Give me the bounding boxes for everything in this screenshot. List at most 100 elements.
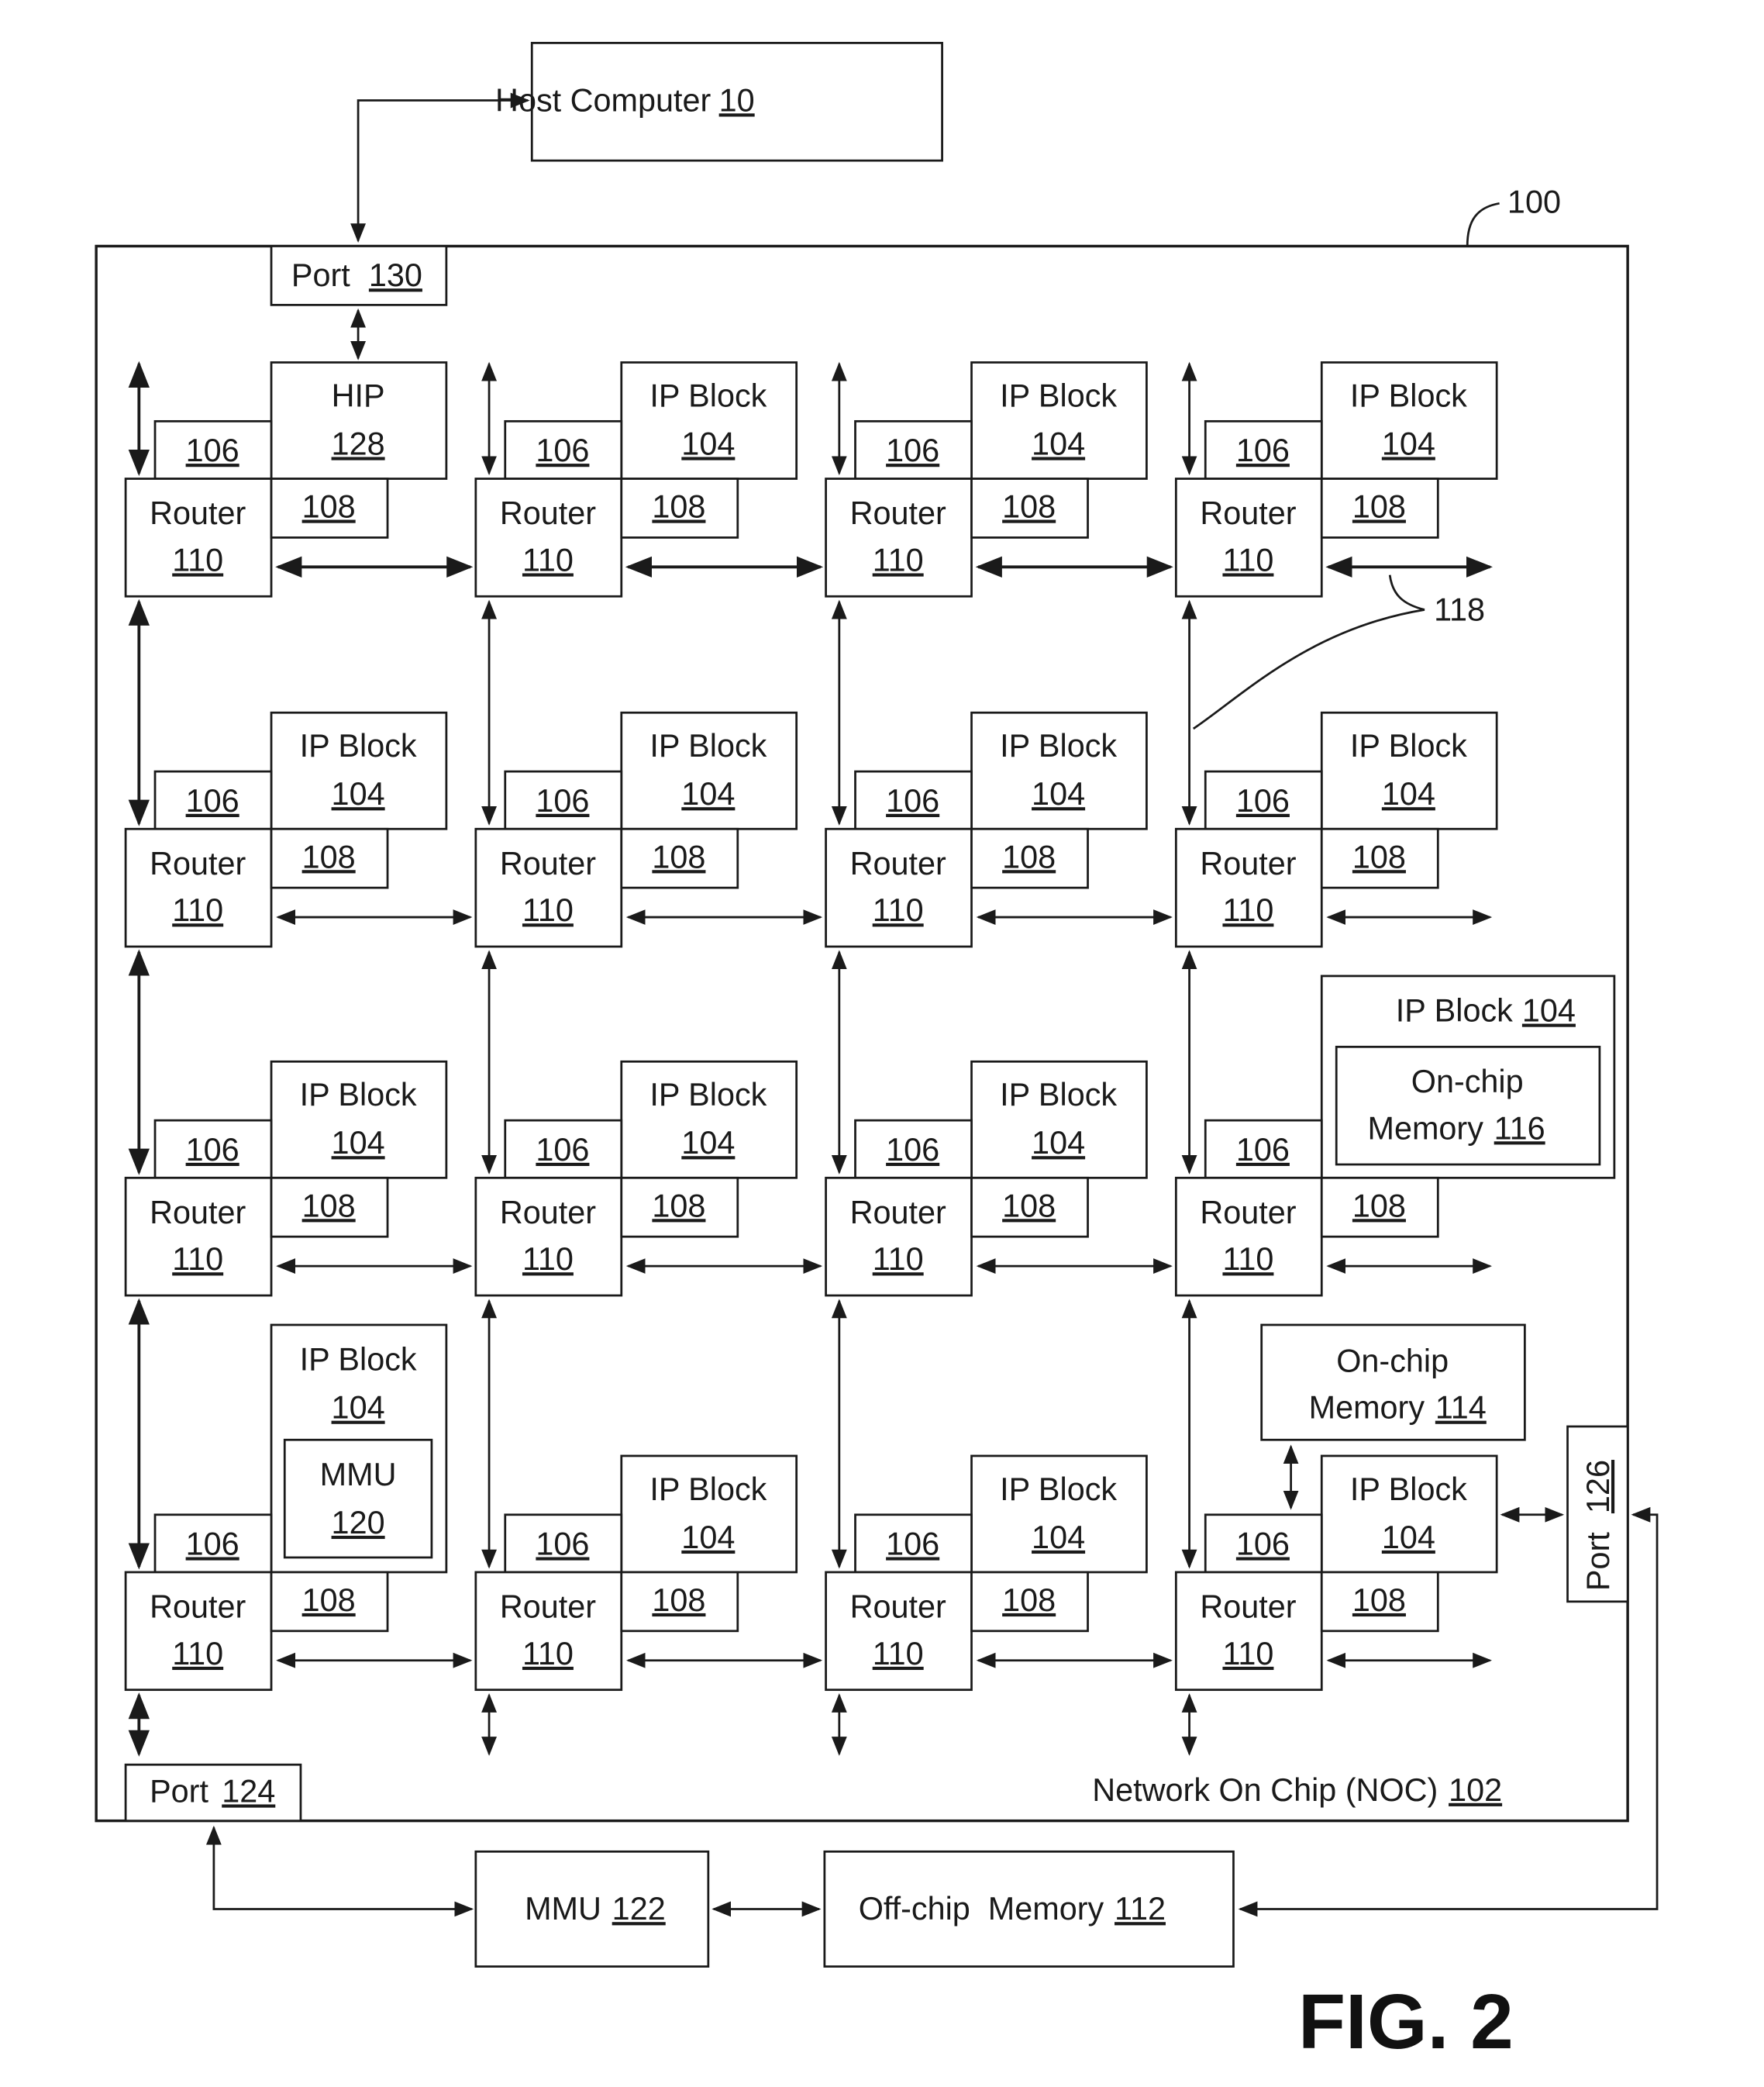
- svg-text:Port: Port: [150, 1774, 208, 1809]
- svg-text:122: 122: [612, 1891, 666, 1927]
- router-ref: 110: [1222, 542, 1273, 578]
- mcc-ref: 106: [1236, 433, 1290, 468]
- router-ref: 110: [522, 542, 574, 578]
- onchip-memory-114: On-chip Memory 114: [1260, 1323, 1526, 1441]
- mcc-ref: 106: [536, 433, 589, 468]
- ip-block-ref: 104: [1032, 776, 1085, 812]
- mcc-ref: 106: [186, 1132, 239, 1168]
- ip-block-ref: 104: [1032, 1125, 1085, 1161]
- grid-cell: IP Block 104 106 Router 110 108: [474, 1299, 823, 1756]
- mcc-ref: 106: [886, 433, 939, 468]
- router-ref: 110: [873, 542, 924, 578]
- mcc-ref: 106: [536, 1132, 589, 1168]
- router-label: Router: [850, 495, 946, 531]
- grid-cell: IP Block 104 106 Router 110 108: [474, 950, 823, 1297]
- svg-text:Memory: Memory: [1309, 1390, 1425, 1426]
- mcc-ref: 106: [536, 783, 589, 819]
- ip-block-ref: 104: [681, 426, 735, 461]
- router-ref: 110: [172, 542, 223, 578]
- mmu-122: MMU 122: [474, 1850, 710, 1968]
- ip-block-ref: 104: [332, 1125, 385, 1161]
- nic-ref: 108: [302, 1582, 356, 1618]
- router-label: Router: [1200, 495, 1296, 531]
- ip-block-ref: 104: [1522, 993, 1576, 1029]
- svg-text:130: 130: [369, 257, 422, 293]
- mcc-ref: 106: [1236, 1526, 1290, 1562]
- router-ref: 110: [1222, 892, 1273, 928]
- grid-cell: IP Block 104 106 Router 110 108: [825, 1299, 1173, 1756]
- router-label: Router: [150, 1195, 246, 1230]
- ip-block-ref: 104: [332, 776, 385, 812]
- grid-cell: IP Block 104 106 Router 110 108: [825, 361, 1173, 598]
- router-label: Router: [500, 495, 596, 531]
- grid-cell: IP Block 104 106 Router 110 108: [1174, 599, 1498, 948]
- link-ref: 118: [1434, 592, 1485, 627]
- nic-ref: 108: [1002, 1582, 1056, 1618]
- port-126: Port 126: [1566, 1425, 1629, 1603]
- nic-ref: 108: [1002, 839, 1056, 874]
- grid-cell: IP Block 104 106 Router 110 108: [474, 361, 824, 598]
- svg-text:Network On Chip (NOC): Network On Chip (NOC): [1092, 1772, 1438, 1808]
- mcc-ref: 106: [886, 1132, 939, 1168]
- nic-ref: 108: [302, 1188, 356, 1223]
- ip-block-label: IP Block: [1000, 1077, 1117, 1112]
- mcc-ref: 106: [186, 433, 239, 468]
- ip-block-label: IP Block: [1000, 1471, 1117, 1507]
- noc-diagram: Host Computer 10 100 Port 130 HIP 128 106 R…: [95, 42, 1659, 2065]
- ip-block-label: IP Block: [1350, 728, 1467, 764]
- router-grid: HIP128106Router110108IP Block104106Route…: [124, 360, 1616, 1757]
- grid-cell: IP Block 104 106 Router 110 108: [825, 950, 1173, 1297]
- nic-ref: 108: [652, 1188, 705, 1223]
- mcc-ref: 106: [886, 783, 939, 819]
- grid-cell: IP Block 104 106 Router 110 108: [474, 599, 823, 948]
- router-label: Router: [850, 1195, 946, 1230]
- grid-cell: IP Block 104 MMU 120 106 Router 110 108: [124, 1298, 473, 1757]
- nic-ref: 108: [652, 1582, 705, 1618]
- mcc-ref: 106: [1236, 1132, 1290, 1168]
- ip-block-ref: 104: [1032, 1520, 1085, 1555]
- nic-ref: 108: [302, 839, 356, 874]
- ip-block-ref: 104: [681, 1520, 735, 1555]
- router-label: Router: [850, 1589, 946, 1625]
- router-ref: 110: [522, 1636, 574, 1671]
- mcc-ref: 106: [186, 1526, 239, 1562]
- router-ref: 110: [522, 892, 574, 928]
- onchip116-line2: Memory: [1367, 1110, 1483, 1146]
- nic-ref: 108: [652, 839, 705, 874]
- mcc-ref: 106: [1236, 783, 1290, 819]
- nic-ref: 108: [1352, 1188, 1406, 1223]
- router-label: Router: [500, 1589, 596, 1625]
- host-link-arrow: [350, 92, 530, 243]
- router-label: Router: [150, 1589, 246, 1625]
- system-ref: 100: [1507, 184, 1561, 219]
- port-124: Port 124: [124, 1763, 302, 1823]
- grid-cell: IP Block 104 106 Router 110 108: [825, 599, 1173, 948]
- ip-block-label: IP Block: [1350, 378, 1467, 413]
- router-label: Router: [500, 1195, 596, 1230]
- hip-ref: 128: [332, 426, 385, 461]
- grid-cell: IP Block 104 On-chip Memory 116 106 Router 110 1…: [1174, 950, 1616, 1297]
- figure-label: FIG. 2: [1298, 1978, 1514, 2065]
- ip-block-ref: 104: [1382, 1520, 1435, 1555]
- nic-ref: 108: [1002, 489, 1056, 525]
- offchip-memory-112: Off-chip Memory 112: [823, 1850, 1235, 1968]
- noc-label: Network On Chip (NOC) 102: [1092, 1772, 1502, 1808]
- ip-block-label: IP Block: [300, 1342, 417, 1378]
- router-ref: 110: [522, 1241, 574, 1277]
- router-label: Router: [1200, 1195, 1296, 1230]
- grid-cell: HIP 128 106 Router 110 108: [124, 360, 474, 598]
- grid-cell: IP Block 104 106 Router 110 108: [124, 599, 473, 948]
- ip-block-label: IP Block: [1000, 728, 1117, 764]
- ip-block-label: IP Block: [649, 1077, 767, 1112]
- ip-block-ref: 104: [1032, 426, 1085, 461]
- svg-text:On-chip: On-chip: [1336, 1343, 1449, 1378]
- grid-cell: IP Block 104 106 Router 110 108: [1174, 361, 1498, 598]
- ip-block-ref: 104: [332, 1390, 385, 1426]
- mmu120-ref: 120: [332, 1505, 385, 1540]
- grid-cell: IP Block 104 106 Router 110 108: [124, 949, 473, 1297]
- ip-block-ref: 104: [1382, 776, 1435, 812]
- svg-text:Port: Port: [1580, 1532, 1616, 1591]
- svg-text:114: 114: [1435, 1390, 1487, 1426]
- svg-text:MMU: MMU: [525, 1891, 601, 1927]
- router-ref: 110: [1222, 1241, 1273, 1277]
